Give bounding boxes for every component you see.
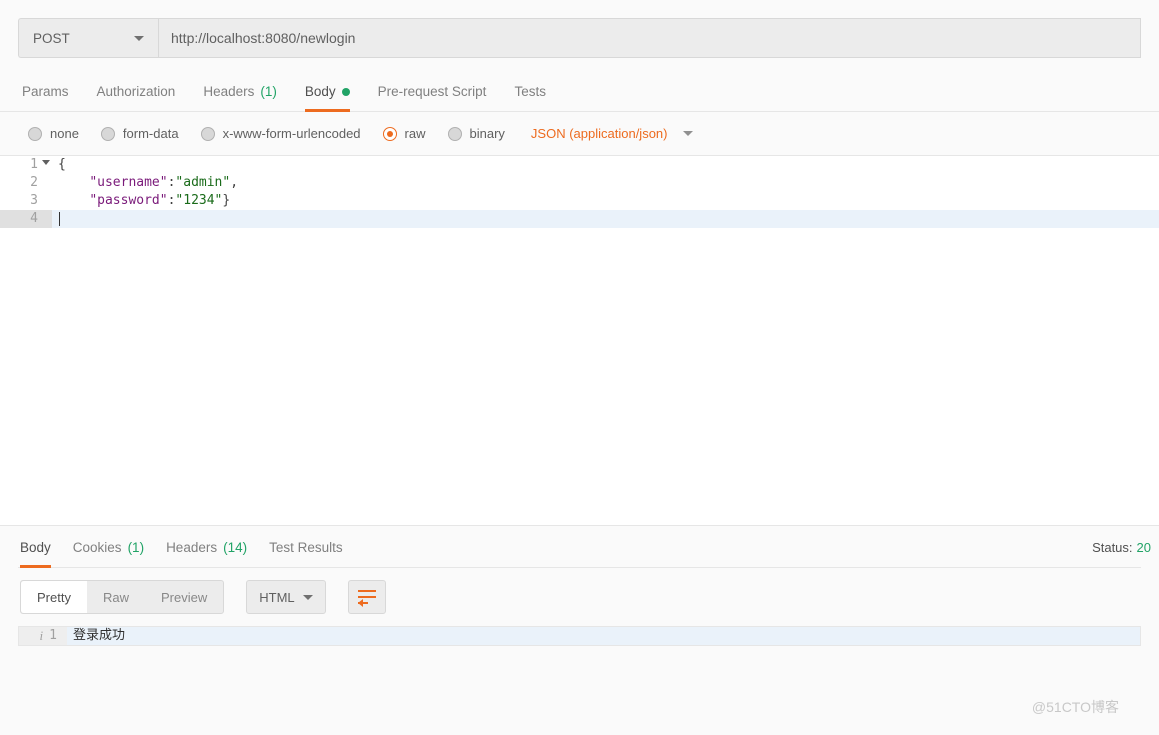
gutter-line-number: 2 [0,174,52,192]
response-tab-cookies[interactable]: Cookies(1) [73,540,144,567]
wrap-lines-icon [358,590,376,604]
body-type-raw[interactable]: raw [383,126,426,141]
response-line: 登录成功 [67,627,125,645]
text-cursor [59,212,60,226]
tab-headers[interactable]: Headers (1) [203,84,277,111]
body-type-form-data[interactable]: form-data [101,126,179,141]
response-tab-headers[interactable]: Headers(14) [166,540,247,567]
response-view-mode-group: Pretty Raw Preview [20,580,224,614]
view-pretty-button[interactable]: Pretty [21,581,87,613]
response-gutter: i 1 [19,627,67,645]
body-type-row: none form-data x-www-form-urlencoded raw… [0,112,1159,156]
response-status: Status: 20 [1092,540,1151,555]
response-tab-body[interactable]: Body [20,540,51,567]
wrap-lines-button[interactable] [348,580,386,614]
info-icon: i [40,627,44,645]
gutter-line-number: 3 [0,192,52,210]
view-raw-button[interactable]: Raw [87,581,145,613]
tab-tests[interactable]: Tests [514,84,546,111]
request-tabs: Params Authorization Headers (1) Body Pr… [0,70,1159,112]
content-type-select[interactable]: JSON (application/json) [531,126,694,141]
watermark: @51CTO博客 [1032,697,1119,717]
code-line [52,210,60,228]
gutter-line-number: 1 [0,156,52,174]
code-line: "username":"admin", [52,174,238,192]
tab-pre-request-script[interactable]: Pre-request Script [378,84,487,111]
tab-body[interactable]: Body [305,84,350,111]
body-type-binary[interactable]: binary [448,126,505,141]
body-type-urlencoded[interactable]: x-www-form-urlencoded [201,126,361,141]
response-toolbar: Pretty Raw Preview HTML [0,568,1159,626]
tab-authorization[interactable]: Authorization [97,84,176,111]
response-tab-test-results[interactable]: Test Results [269,540,343,567]
chevron-down-icon [303,595,313,600]
fold-icon[interactable] [42,160,50,165]
url-input[interactable] [158,18,1141,58]
http-method-value: POST [33,31,70,46]
response-format-select[interactable]: HTML [246,580,325,614]
view-preview-button[interactable]: Preview [145,581,223,613]
tab-params[interactable]: Params [22,84,69,111]
chevron-down-icon [134,36,144,41]
http-method-select[interactable]: POST [18,18,158,58]
request-body-editor[interactable]: 1 { 2 "username":"admin", 3 "password":"… [0,156,1159,526]
code-line: { [52,156,66,174]
code-line: "password":"1234"} [52,192,230,210]
modified-dot-icon [342,88,350,96]
chevron-down-icon [683,131,693,136]
response-body-editor[interactable]: i 1 登录成功 [18,626,1141,646]
response-tabs: Body Cookies(1) Headers(14) Test Results… [0,526,1159,567]
body-type-none[interactable]: none [28,126,79,141]
gutter-line-number: 4 [0,210,52,228]
request-url-bar: POST [0,0,1159,70]
